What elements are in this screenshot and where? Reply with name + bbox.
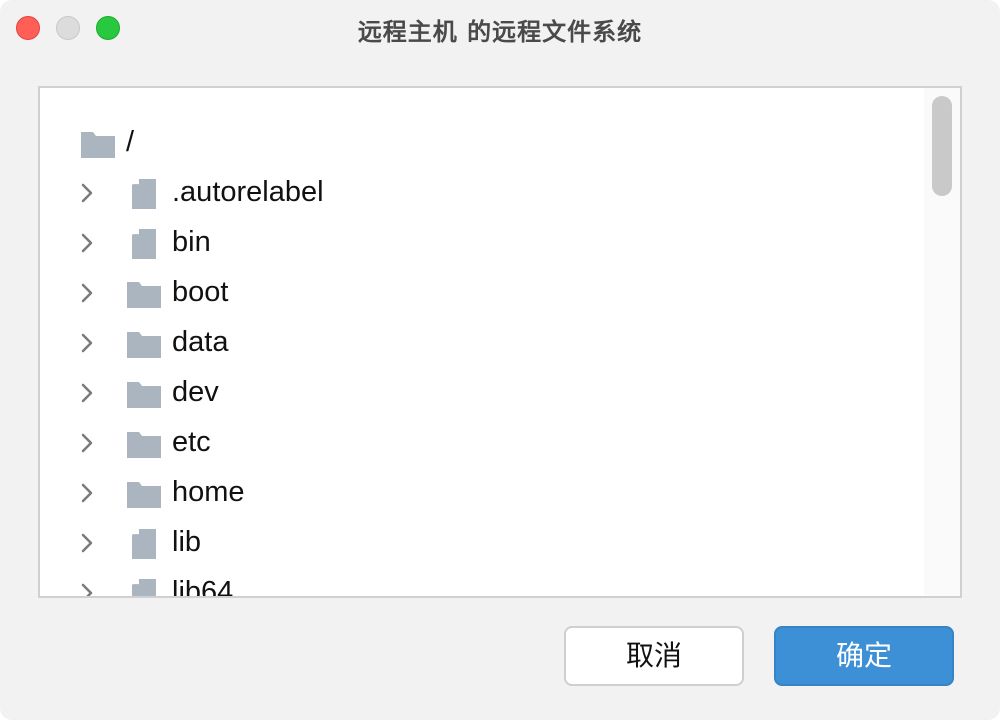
ok-button[interactable]: 确定	[774, 626, 954, 686]
file-icon	[132, 579, 156, 596]
chevron-right-icon[interactable]	[78, 482, 98, 504]
tree-row-root[interactable]: /	[40, 118, 924, 168]
window-title: 远程主机 的远程文件系统	[357, 18, 643, 46]
tree-row-label: dev	[172, 376, 219, 408]
file-icon	[132, 179, 156, 209]
tree-row-label: lib	[172, 526, 202, 558]
file-icon	[132, 229, 156, 259]
chevron-right-icon[interactable]	[78, 182, 98, 204]
tree-row[interactable]: lib	[40, 518, 924, 568]
tree-row[interactable]: dev	[40, 368, 924, 418]
folder-icon	[127, 332, 161, 358]
folder-icon	[127, 282, 161, 308]
chevron-right-icon[interactable]	[78, 382, 98, 404]
chevron-right-icon[interactable]	[78, 282, 98, 304]
vertical-scrollbar[interactable]	[924, 88, 960, 596]
tree-row[interactable]: bin	[40, 218, 924, 268]
chevron-right-icon[interactable]	[78, 532, 98, 554]
tree-row-label: /	[126, 126, 135, 158]
file-tree[interactable]: / .autorelabel bin boot data dev etc hom…	[38, 86, 962, 598]
scrollbar-thumb[interactable]	[932, 96, 952, 196]
folder-icon	[127, 382, 161, 408]
tree-row[interactable]: .autorelabel	[40, 168, 924, 218]
chevron-right-icon[interactable]	[78, 332, 98, 354]
chevron-right-icon[interactable]	[78, 582, 98, 598]
tree-row[interactable]: home	[40, 468, 924, 518]
dialog-window: 远程主机 的远程文件系统 / .autorelabel bin boot dat…	[0, 0, 1000, 720]
folder-icon	[81, 132, 115, 158]
tree-row-label: bin	[172, 226, 211, 258]
cancel-button[interactable]: 取消	[564, 626, 744, 686]
tree-row[interactable]: etc	[40, 418, 924, 468]
folder-icon	[127, 432, 161, 458]
tree-row-label: boot	[172, 276, 229, 308]
tree-row-label: etc	[172, 426, 211, 458]
chevron-right-icon[interactable]	[78, 232, 98, 254]
tree-row[interactable]: lib64	[40, 568, 924, 598]
chevron-right-icon[interactable]	[78, 432, 98, 454]
tree-row-label: home	[172, 476, 245, 508]
tree-row-label: data	[172, 326, 229, 358]
folder-icon	[127, 482, 161, 508]
title-bar: 远程主机 的远程文件系统	[0, 0, 1000, 56]
tree-row-label: lib64	[172, 576, 234, 598]
tree-row[interactable]: data	[40, 318, 924, 368]
tree-row-label: .autorelabel	[172, 176, 324, 208]
file-icon	[132, 529, 156, 559]
tree-row[interactable]: boot	[40, 268, 924, 318]
